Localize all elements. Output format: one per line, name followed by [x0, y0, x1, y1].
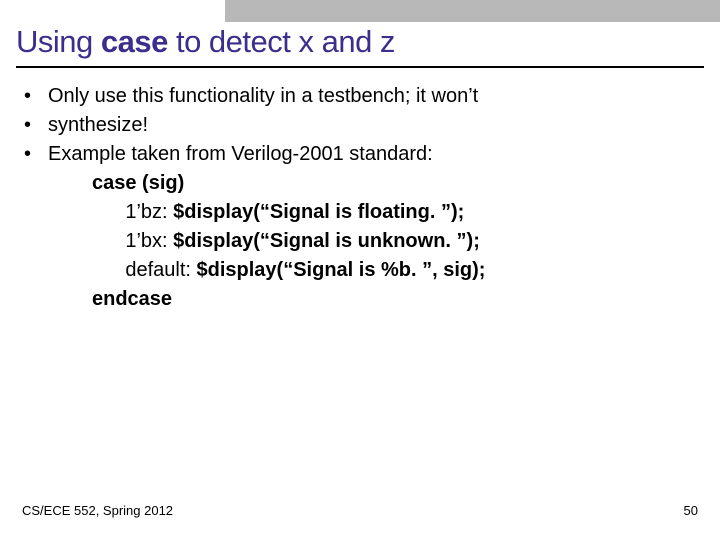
bullet-glyph: •: [22, 140, 48, 169]
decorative-top-bar: [225, 0, 720, 22]
slide-title: Using case to detect x and z: [16, 24, 395, 60]
bullet-text: Example taken from Verilog-2001 standard…: [48, 140, 702, 169]
title-bold: case: [101, 24, 168, 59]
title-post: to detect x and z: [168, 24, 395, 59]
footer-course: CS/ECE 552, Spring 2012: [22, 503, 173, 518]
slide-number: 50: [684, 503, 698, 518]
bullet-text: synthesize!: [48, 111, 702, 140]
title-underline: [16, 66, 704, 68]
slide-body: • Only use this functionality in a testb…: [22, 82, 702, 314]
bullet-item: • Example taken from Verilog-2001 standa…: [22, 140, 702, 169]
bullet-item: • synthesize!: [22, 111, 702, 140]
code-line: endcase: [92, 285, 702, 314]
code-line: case (sig): [92, 169, 702, 198]
bullet-text: Only use this functionality in a testben…: [48, 82, 702, 111]
title-pre: Using: [16, 24, 101, 59]
code-block: case (sig) 1’bz: $display(“Signal is flo…: [92, 169, 702, 314]
code-line: default: $display(“Signal is %b. ”, sig)…: [92, 256, 702, 285]
bullet-glyph: •: [22, 82, 48, 111]
bullet-item: • Only use this functionality in a testb…: [22, 82, 702, 111]
bullet-glyph: •: [22, 111, 48, 140]
code-line: 1’bz: $display(“Signal is floating. ”);: [92, 198, 702, 227]
code-line: 1’bx: $display(“Signal is unknown. ”);: [92, 227, 702, 256]
